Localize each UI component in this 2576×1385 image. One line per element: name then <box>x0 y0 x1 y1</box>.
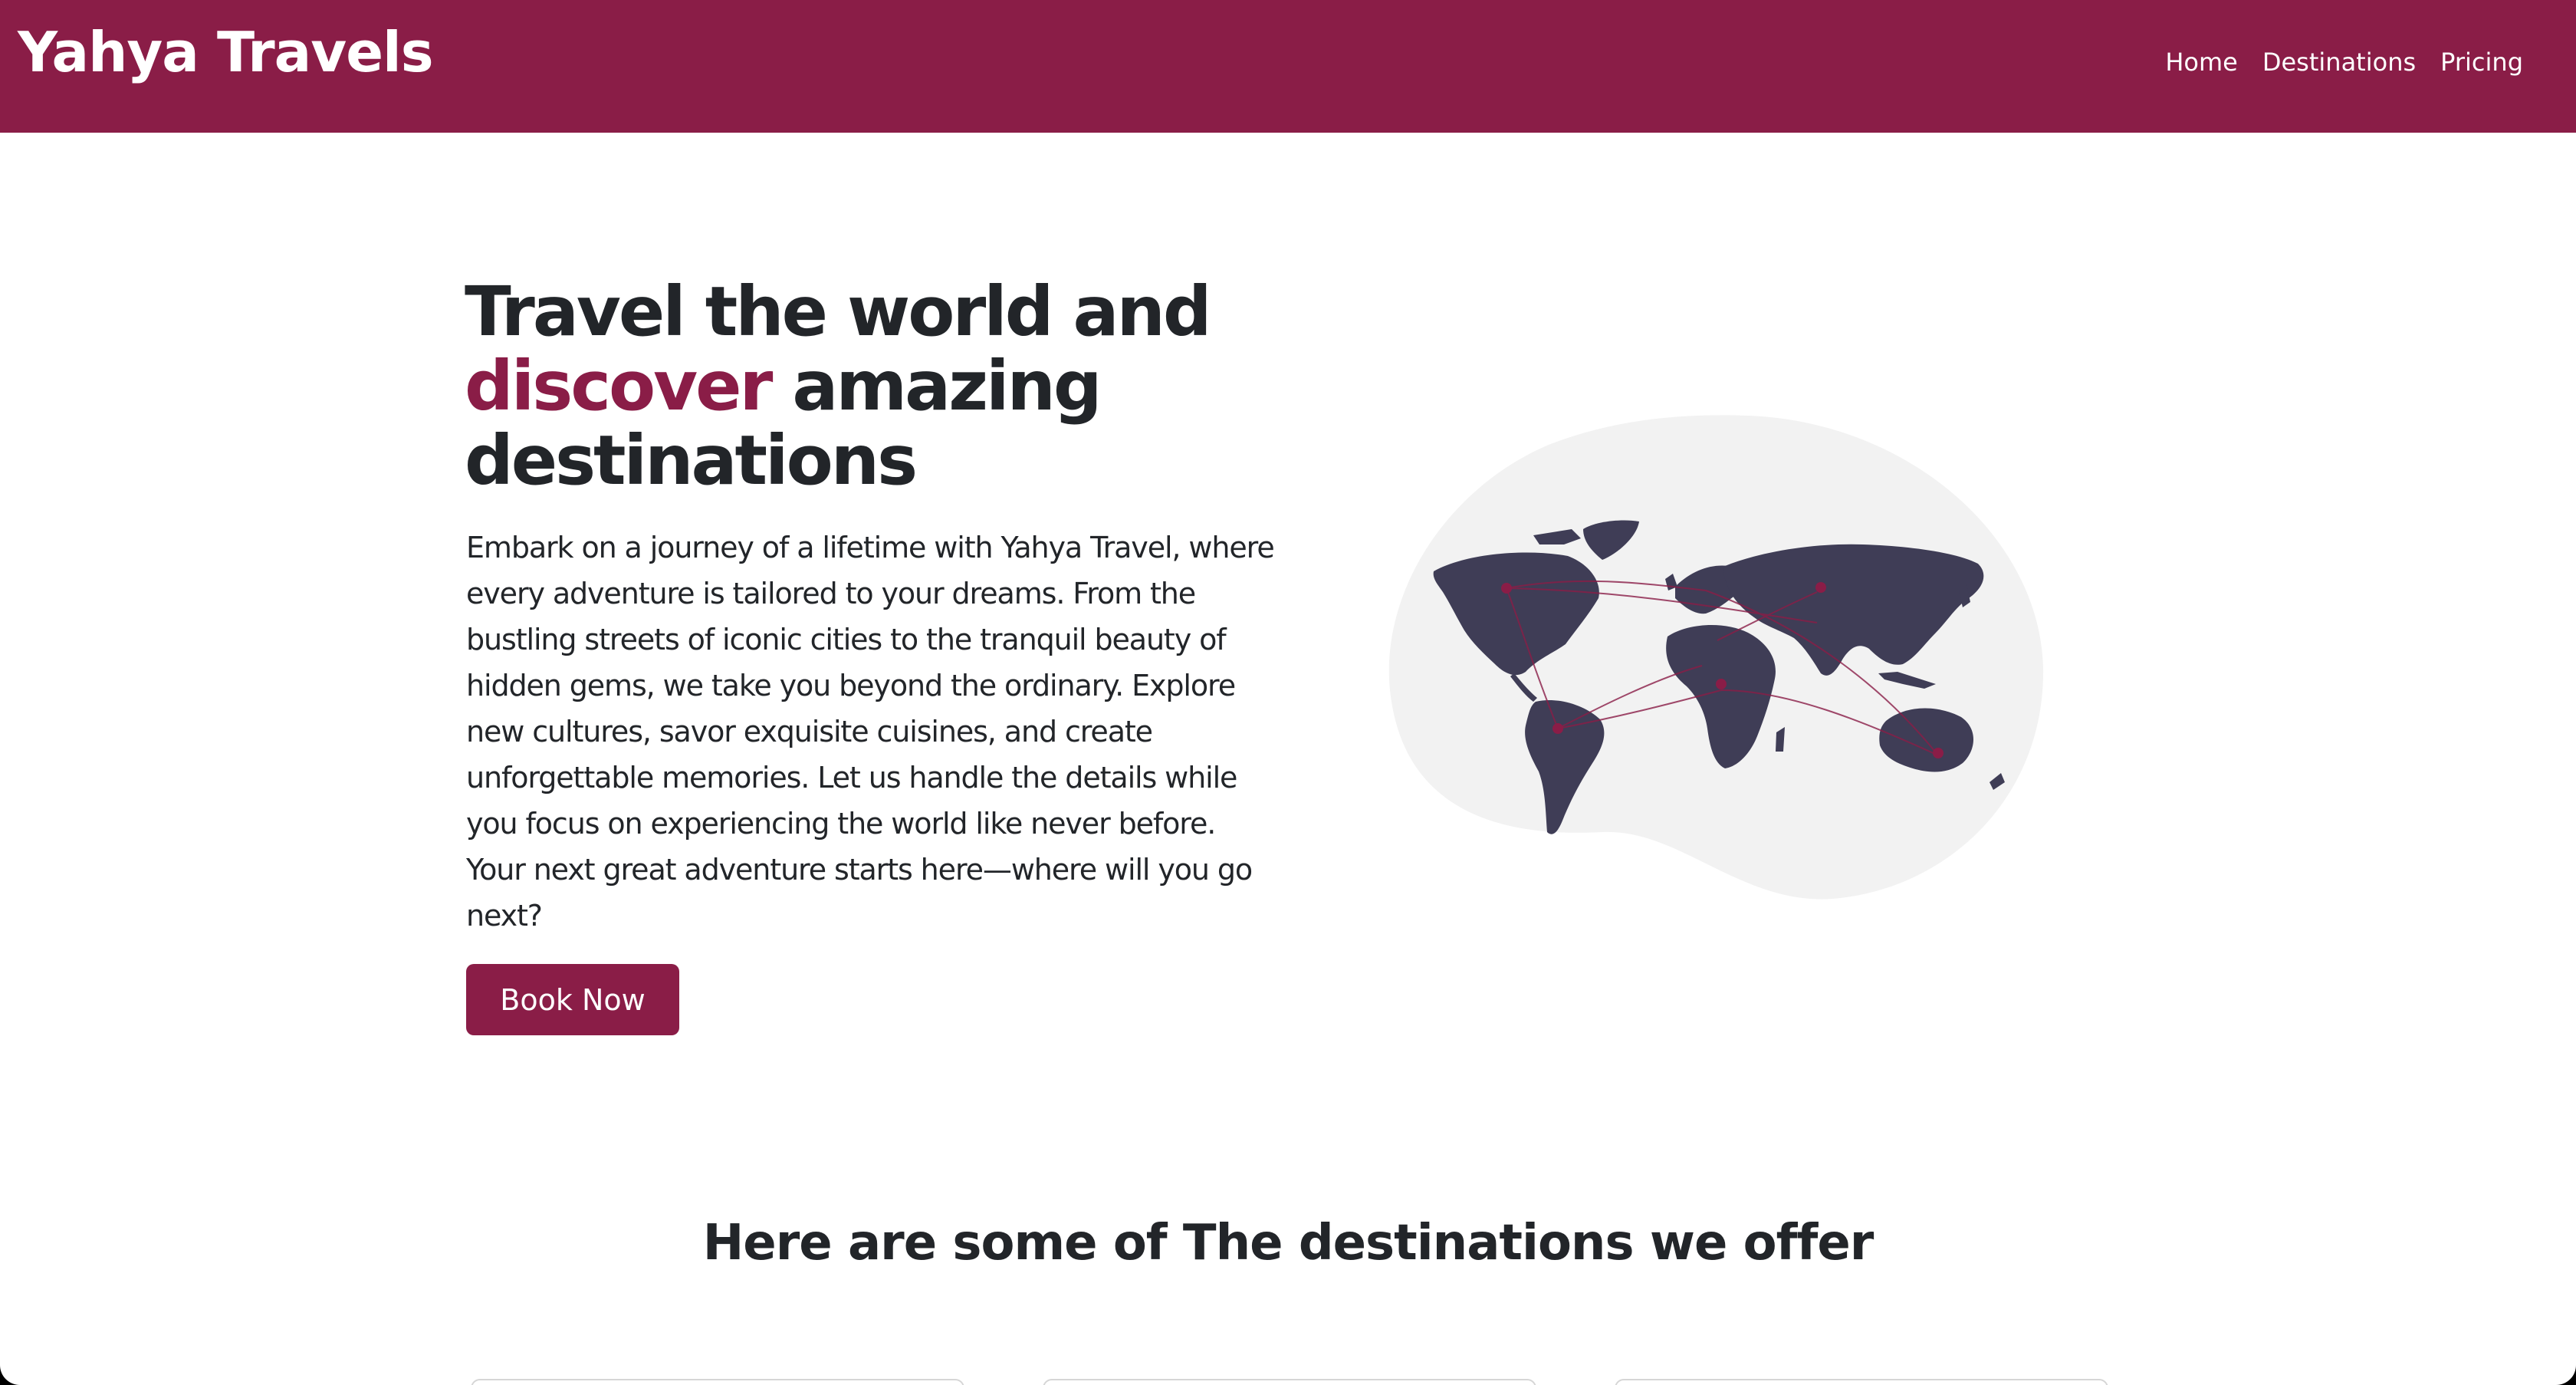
hero-title-accent: discover <box>465 346 773 426</box>
book-now-button[interactable]: Book Now <box>466 964 679 1035</box>
marker-asia <box>1815 582 1826 593</box>
world-map-illustration <box>1388 414 2047 905</box>
hero-title-part1: Travel the world and <box>465 271 1212 351</box>
nav-home-link[interactable]: Home <box>2165 48 2238 77</box>
destinations-heading: Here are some of The destinations we off… <box>702 1215 1875 1272</box>
marker-south-america <box>1552 723 1563 734</box>
marker-north-america <box>1501 583 1512 594</box>
destination-card[interactable] <box>1043 1379 1536 1385</box>
nav-links: Home Destinations Pricing <box>2165 48 2523 77</box>
world-map-svg <box>1388 415 2044 900</box>
hero-title: Travel the world and discover amazing dest… <box>465 275 1308 498</box>
marker-africa <box>1716 679 1727 689</box>
nav-pricing-link[interactable]: Pricing <box>2440 48 2523 77</box>
page: Yahya Travels Home Destinations Pricing … <box>0 0 2576 1385</box>
destination-card[interactable] <box>471 1379 964 1385</box>
hero-title-part2: amazing <box>770 346 1102 426</box>
nav-destinations-link[interactable]: Destinations <box>2262 48 2416 77</box>
marker-australia <box>1933 748 1944 758</box>
destination-card[interactable] <box>1615 1379 2108 1385</box>
hero-description: Embark on a journey of a lifetime with Y… <box>466 531 1275 933</box>
brand-logo[interactable]: Yahya Travels <box>18 20 434 84</box>
navbar: Yahya Travels Home Destinations Pricing <box>0 0 2576 133</box>
hero-title-part3: destinations <box>465 420 918 500</box>
